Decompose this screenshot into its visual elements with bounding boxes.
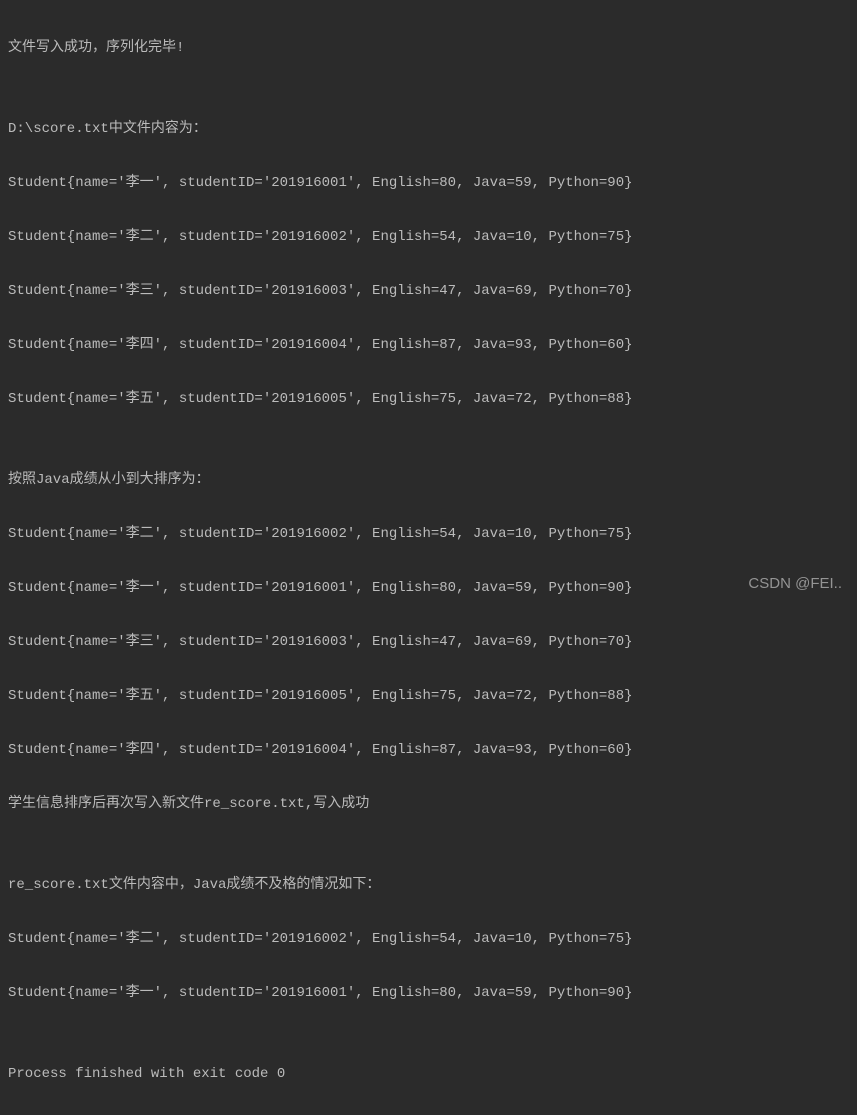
output-line: Student{name='李二', studentID='201916002'… (8, 224, 849, 251)
output-line: D:\score.txt中文件内容为： (8, 116, 849, 143)
output-line: Student{name='李三', studentID='201916003'… (8, 278, 849, 305)
console-output: 文件写入成功，序列化完毕! D:\score.txt中文件内容为： Studen… (8, 8, 849, 1115)
output-line: re_score.txt文件内容中，Java成绩不及格的情况如下： (8, 872, 849, 899)
output-line: Student{name='李一', studentID='201916001'… (8, 575, 849, 602)
output-line: Student{name='李四', studentID='201916004'… (8, 332, 849, 359)
output-line: Student{name='李一', studentID='201916001'… (8, 170, 849, 197)
output-line: 按照Java成绩从小到大排序为： (8, 467, 849, 494)
output-line: 文件写入成功，序列化完毕! (8, 35, 849, 62)
output-line: Student{name='李四', studentID='201916004'… (8, 737, 849, 764)
output-line: Student{name='李三', studentID='201916003'… (8, 629, 849, 656)
output-line: Student{name='李二', studentID='201916002'… (8, 521, 849, 548)
output-line: 学生信息排序后再次写入新文件re_score.txt,写入成功 (8, 791, 849, 818)
output-line: Student{name='李五', studentID='201916005'… (8, 386, 849, 413)
watermark: CSDN @FEI.. (748, 570, 842, 597)
output-line: Process finished with exit code 0 (8, 1061, 849, 1088)
output-line: Student{name='李二', studentID='201916002'… (8, 926, 849, 953)
output-line: Student{name='李一', studentID='201916001'… (8, 980, 849, 1007)
output-line: Student{name='李五', studentID='201916005'… (8, 683, 849, 710)
